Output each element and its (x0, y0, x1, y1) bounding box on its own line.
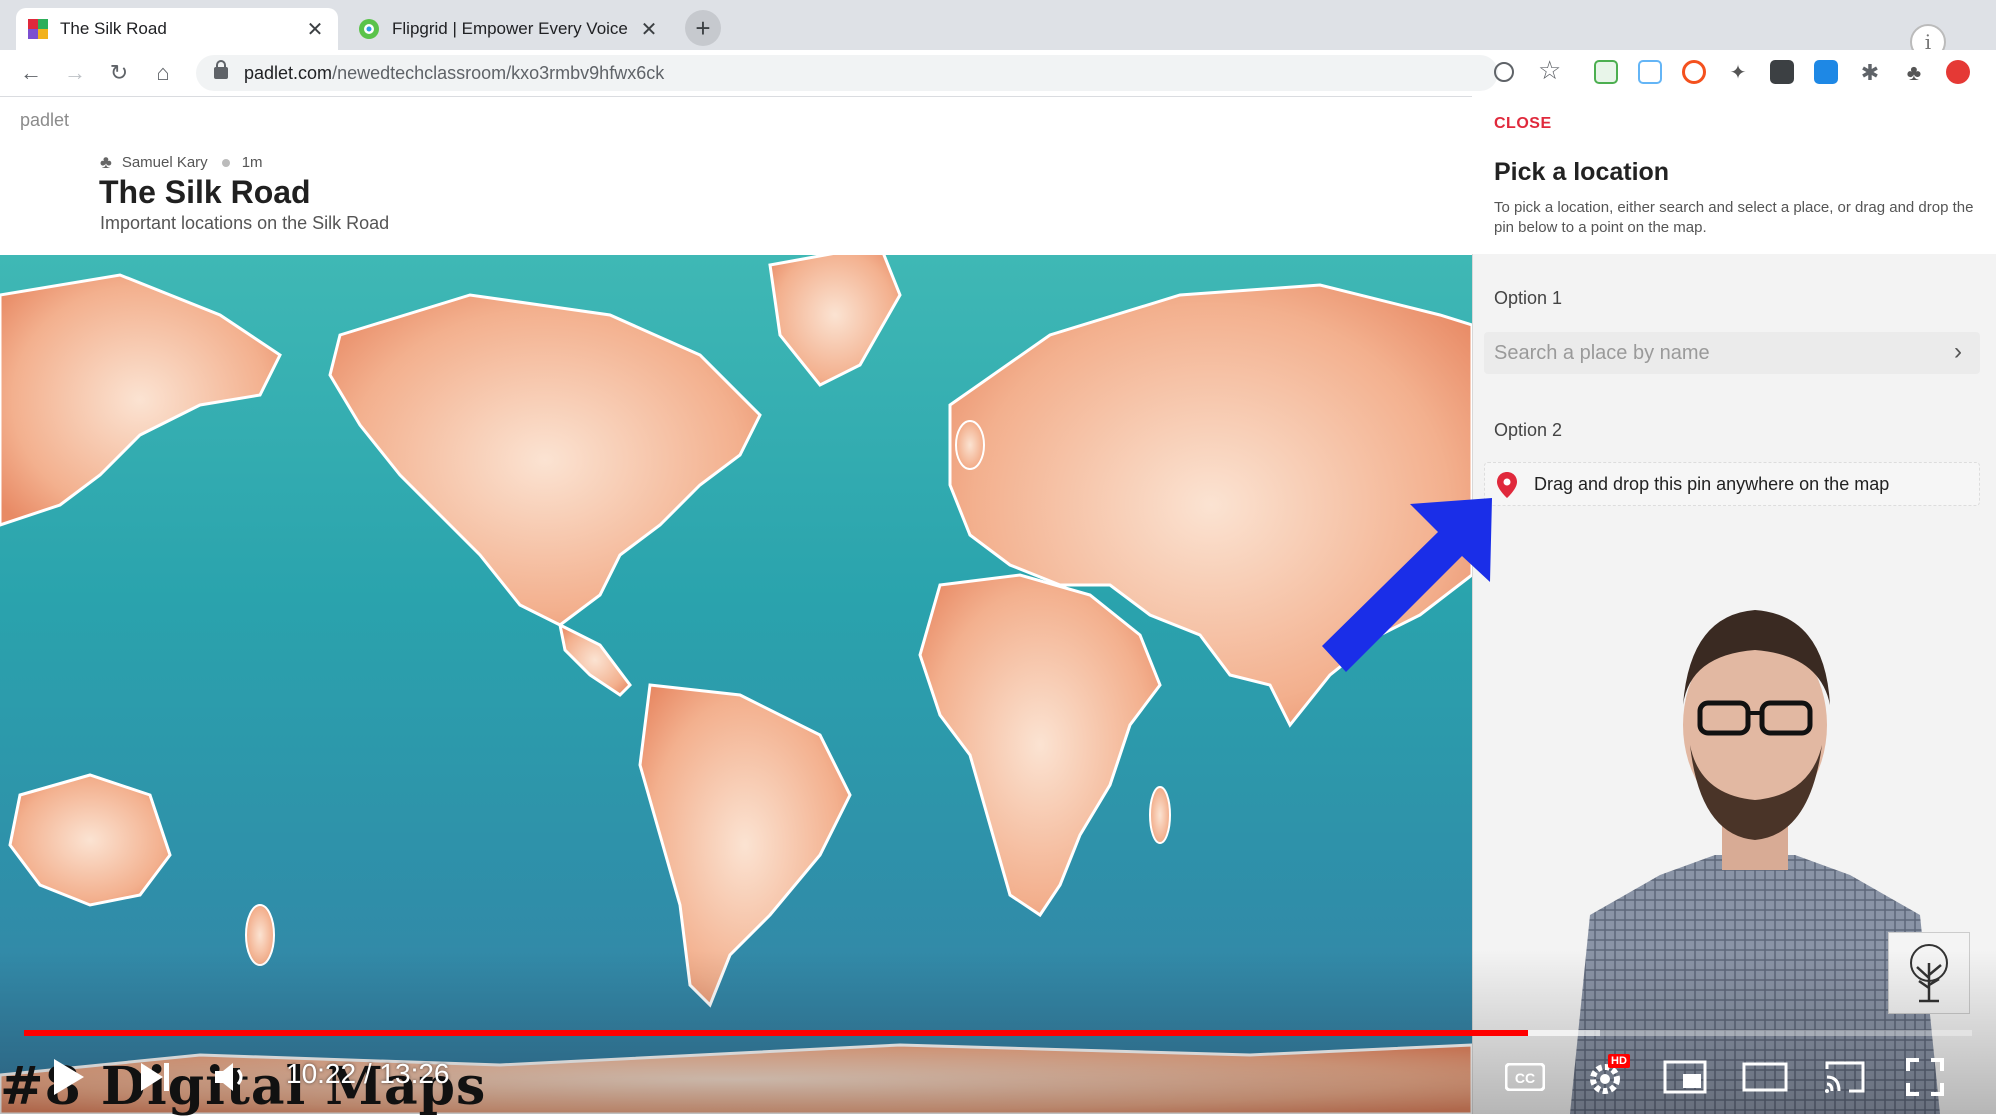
extension-icon[interactable] (1594, 60, 1618, 84)
uk (955, 420, 985, 470)
time-display: 10:22 / 13:26 (286, 1058, 450, 1090)
next-icon (141, 1063, 169, 1091)
cast-icon (1825, 1061, 1865, 1093)
tab-title: The Silk Road (60, 19, 167, 38)
lock-icon (214, 60, 228, 79)
bookmark-star-icon[interactable]: ☆ (1538, 55, 1561, 86)
captions-button[interactable]: CC (1500, 1052, 1550, 1102)
drag-pin-text: Drag and drop this pin anywhere on the m… (1534, 474, 1890, 494)
madagascar (1149, 786, 1171, 844)
greenland (768, 255, 902, 387)
home-icon[interactable]: ⌂ (148, 58, 178, 88)
asia-west-edge (0, 273, 282, 527)
close-tab-icon[interactable]: ✕ (638, 17, 660, 42)
add-site-icon[interactable] (1494, 62, 1514, 82)
volume-icon (215, 1063, 243, 1091)
url-path: /newedtechclassroom/kxo3rmbv9hfwx6ck (332, 62, 665, 83)
padlet-favicon-icon (28, 19, 48, 39)
north-america (328, 293, 762, 627)
africa (918, 573, 1162, 918)
author-name: Samuel Kary (121, 154, 208, 171)
board-subtitle: Important locations on the Silk Road (100, 213, 390, 233)
volume-button[interactable] (206, 1052, 256, 1102)
tab-flipgrid[interactable]: Flipgrid | Empower Every Voice ✕ (346, 8, 672, 50)
back-arrow-icon[interactable]: ← (16, 58, 46, 88)
new-tab-button[interactable]: + (685, 10, 721, 46)
post-meta: ♣ Samuel Kary 1m (100, 152, 263, 173)
time-separator: / (356, 1058, 380, 1089)
cast-button[interactable] (1820, 1052, 1870, 1102)
post-time: 1m (241, 154, 263, 171)
flipgrid-favicon-icon (359, 19, 379, 39)
play-button[interactable] (44, 1052, 94, 1102)
close-button[interactable]: CLOSE (1494, 115, 1552, 133)
progress-played (24, 1030, 1528, 1036)
theater-icon (1742, 1062, 1788, 1092)
extension-doc-icon[interactable] (1638, 60, 1662, 84)
next-button[interactable] (130, 1052, 180, 1102)
current-time: 10:22 (286, 1058, 357, 1089)
fullscreen-button[interactable] (1900, 1052, 1950, 1102)
cc-icon: CC (1505, 1063, 1545, 1091)
place-search-input[interactable] (1484, 332, 1980, 374)
panel-title: Pick a location (1494, 158, 1670, 186)
central-america (557, 622, 632, 697)
extension-arrow-icon[interactable] (1814, 60, 1838, 84)
annotation-arrow-icon (1322, 498, 1492, 672)
extension-bird-icon[interactable]: ✦ (1726, 60, 1750, 84)
separator-dot (221, 158, 230, 167)
author-avatar-icon: ♣ (100, 152, 112, 172)
chevron-right-icon[interactable]: › (1954, 338, 1962, 366)
fullscreen-icon (1906, 1058, 1944, 1096)
duration: 13:26 (379, 1058, 450, 1089)
padlet-logo[interactable]: padlet (20, 110, 69, 131)
reload-icon[interactable]: ↻ (104, 58, 134, 88)
theater-mode-button[interactable] (1740, 1052, 1790, 1102)
tab-title: Flipgrid | Empower Every Voice (392, 19, 628, 38)
play-icon (54, 1059, 84, 1095)
extensions-puzzle-icon[interactable]: ✱ (1858, 60, 1882, 85)
option-1-label: Option 1 (1494, 288, 1563, 308)
option-2-label: Option 2 (1494, 420, 1563, 440)
extension-screen-icon[interactable] (1770, 60, 1794, 84)
forward-arrow-icon[interactable]: → (60, 58, 90, 88)
panel-description: To pick a location, either search and se… (1494, 199, 1974, 236)
url-domain: padlet.com (244, 62, 333, 83)
board-title: The Silk Road (99, 174, 311, 210)
profile-tree-icon[interactable]: ♣ (1902, 60, 1926, 85)
address-bar[interactable]: padlet.com /newedtechclassroom/kxo3rmbv9… (196, 55, 1498, 91)
tab-the-silk-road[interactable]: The Silk Road ✕ (16, 8, 338, 50)
extension-red-icon[interactable] (1946, 60, 1970, 84)
extension-spiral-icon[interactable] (1682, 60, 1706, 84)
miniplayer-icon (1663, 1060, 1707, 1094)
hd-badge: HD (1608, 1054, 1630, 1068)
miniplayer-button[interactable] (1660, 1052, 1710, 1102)
svg-text:CC: CC (1515, 1070, 1535, 1086)
australia (8, 773, 172, 907)
close-tab-icon[interactable]: ✕ (304, 17, 326, 42)
